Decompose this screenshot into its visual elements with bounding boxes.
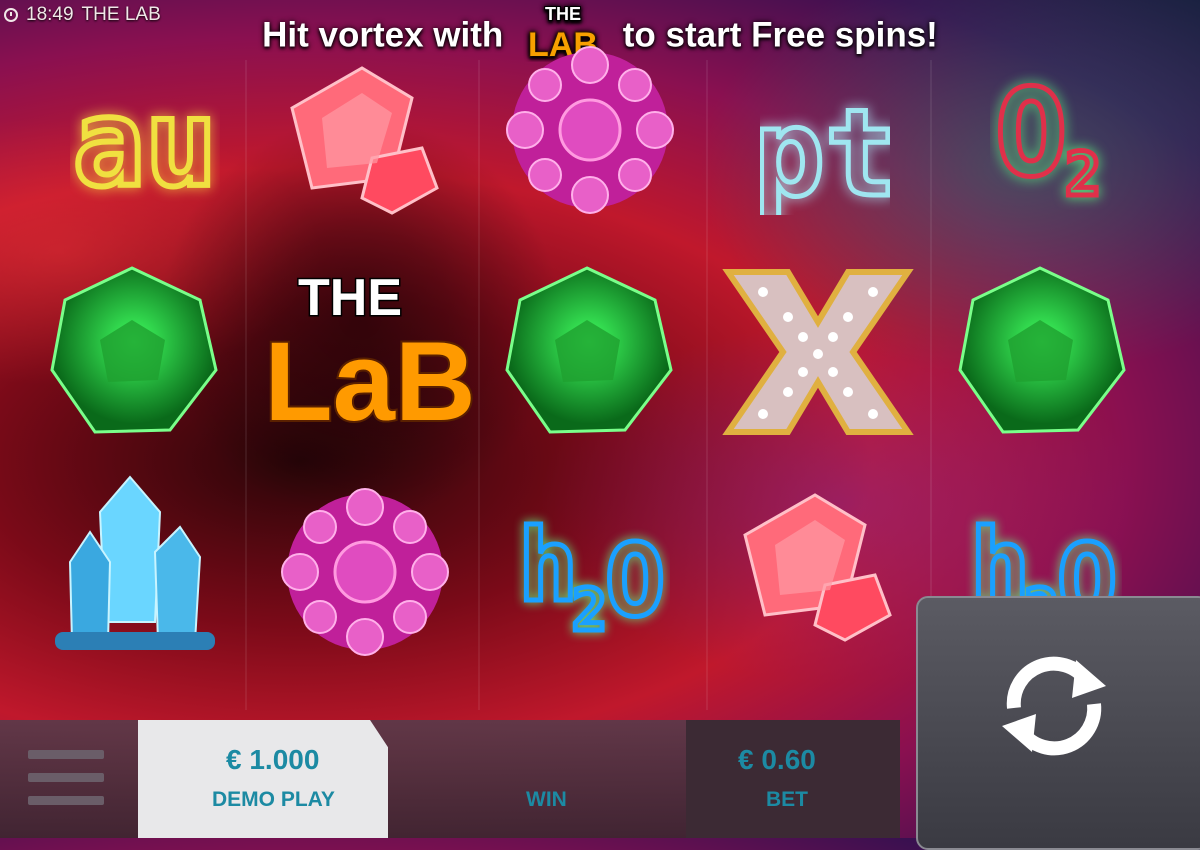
symbol-purple-orb	[275, 482, 455, 662]
menu-button[interactable]	[28, 750, 104, 830]
symbol-red-crystal	[725, 475, 905, 655]
svg-text:O: O	[605, 522, 665, 639]
win-label: WIN	[526, 788, 567, 811]
reel-divider	[706, 60, 708, 710]
symbol-au: au	[70, 60, 220, 210]
symbol-o2: O 2	[990, 50, 1120, 211]
balance-label: DEMO PLAY	[212, 788, 335, 811]
symbol-x	[718, 262, 918, 442]
spin-button[interactable]	[916, 596, 1200, 850]
balance-value: € 1.000	[226, 744, 320, 775]
symbol-pt: pt	[760, 55, 890, 216]
hamburger-icon-bar	[28, 796, 104, 805]
symbol-green-gem	[948, 260, 1133, 445]
symbol-purple-orb	[500, 40, 680, 220]
reel-divider	[478, 60, 480, 710]
svg-text:2: 2	[1065, 140, 1101, 210]
symbol-the-lab-wild: THE LaB	[255, 250, 475, 450]
mini-logo-the: THE	[545, 4, 581, 24]
hamburger-icon-bar	[28, 750, 104, 759]
symbol-blue-crystal	[40, 472, 220, 662]
symbol-green-gem	[495, 260, 680, 445]
svg-text:pt: pt	[760, 85, 890, 215]
bet-selector[interactable]: € 0.60 BET	[686, 720, 900, 838]
svg-text:2: 2	[572, 576, 607, 644]
svg-text:h: h	[518, 507, 578, 624]
symbol-red-crystal	[272, 48, 452, 218]
the-lab-lab-text: LaB	[264, 319, 475, 444]
balance-info: € 1.000 DEMO PLAY	[138, 720, 438, 838]
reel-divider	[245, 60, 247, 710]
hamburger-icon-bar	[28, 773, 104, 782]
symbol-green-gem	[40, 260, 225, 445]
svg-text:au: au	[73, 75, 218, 210]
bottom-hud: € 1.000 DEMO PLAY WIN € 0.60 BET	[0, 720, 900, 838]
bet-label: BET	[766, 788, 808, 811]
svg-text:O: O	[995, 65, 1067, 204]
symbol-h2o: h 2 O	[510, 495, 670, 655]
refresh-spin-icon	[1002, 656, 1106, 756]
bet-value: € 0.60	[738, 744, 816, 775]
